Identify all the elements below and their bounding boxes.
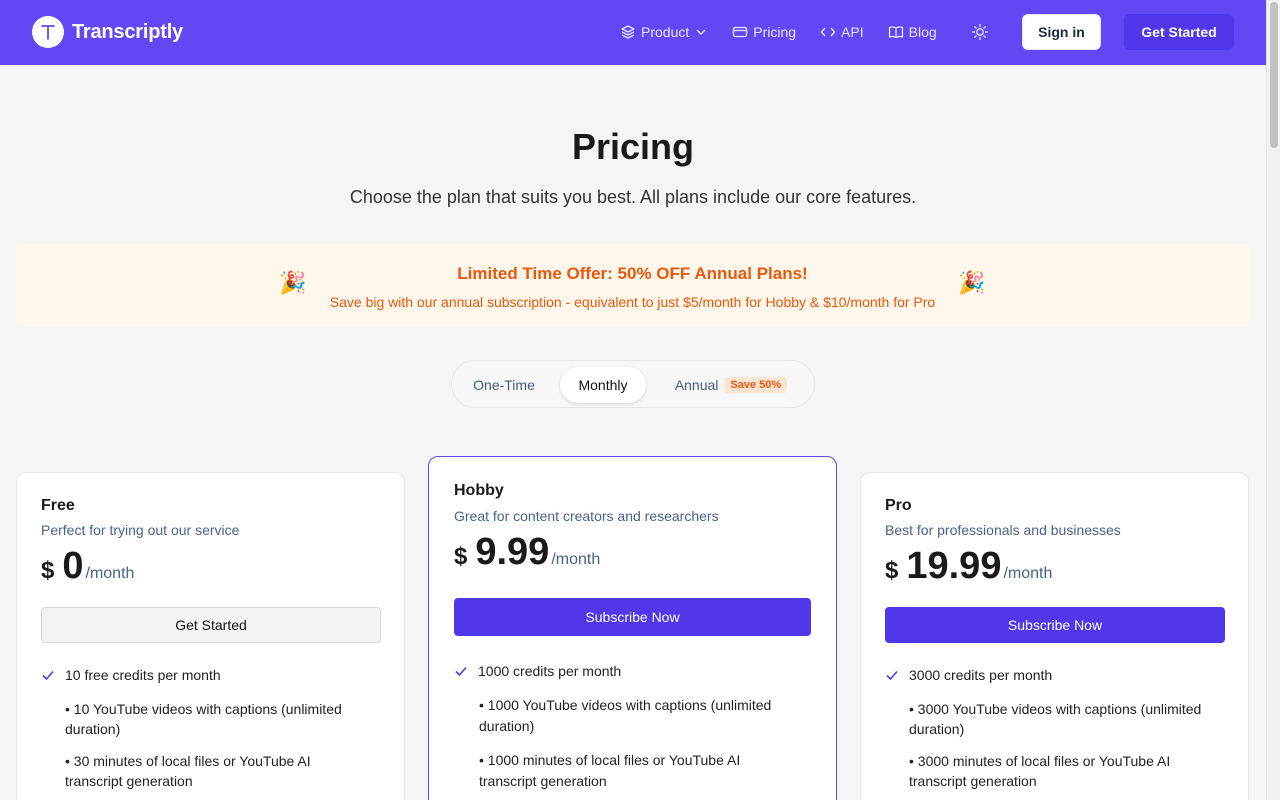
plan-price: $ 9.99 /month: [454, 531, 600, 574]
price-period: /month: [1003, 565, 1053, 582]
plan-sub-feature: • 3000 minutes of local files or YouTube…: [909, 753, 1171, 789]
plan-name: Hobby: [454, 482, 504, 499]
plan-price: $ 19.99 /month: [885, 545, 1052, 588]
page-scrollbar[interactable]: [1266, 0, 1280, 800]
layers-icon: [621, 25, 635, 39]
get-started-button[interactable]: Get Started: [1124, 14, 1234, 50]
plan-name: Pro: [885, 497, 912, 514]
page-title: Pricing: [571, 126, 695, 167]
toggle-annual[interactable]: Annual Save 50%: [662, 367, 800, 403]
chevron-down-icon: [696, 29, 706, 35]
plan-sub-feature: • 1000 minutes of local files or YouTube…: [479, 752, 741, 789]
credit-card-icon: [733, 26, 748, 38]
brand-name: Transcriptly: [72, 20, 183, 43]
plan-sub-feature: • 10 YouTube videos with captions (unlim…: [65, 701, 342, 737]
toggle-one-time[interactable]: One-Time: [458, 367, 550, 403]
check-icon: [455, 666, 467, 677]
plan-subscribe-button[interactable]: Subscribe Now: [885, 607, 1225, 643]
code-icon: [820, 27, 836, 37]
check-icon: [886, 670, 898, 681]
price-currency: $: [41, 557, 55, 584]
plan-feature: 3000 credits per month: [885, 667, 1052, 683]
plan-description: Best for professionals and businesses: [885, 522, 1121, 538]
plan-feature: 10 free credits per month: [41, 667, 221, 683]
plan-name: Free: [41, 497, 75, 514]
nav-pricing-label: Pricing: [753, 24, 797, 40]
sign-in-button[interactable]: Sign in: [1022, 14, 1101, 50]
plan-sub-feature: • 1000 YouTube videos with captions (unl…: [479, 697, 772, 734]
logo-icon: [32, 16, 64, 48]
plan-get-started-button[interactable]: Get Started: [41, 607, 381, 643]
top-nav-bar: Transcriptly Product Pricing API Blog Si…: [0, 0, 1266, 65]
party-popper-icon: 🎉: [958, 270, 986, 295]
main-nav: Product Pricing API Blog: [620, 20, 961, 44]
price-amount: 9.99: [475, 531, 550, 573]
scrollbar-thumb[interactable]: [1270, 2, 1278, 148]
limited-offer-banner: 🎉 Limited Time Offer: 50% OFF Annual Pla…: [16, 244, 1249, 327]
price-currency: $: [454, 543, 468, 570]
plan-card-pro: Pro Best for professionals and businesse…: [860, 472, 1249, 800]
book-open-icon: [888, 26, 903, 39]
price-currency: $: [885, 557, 899, 584]
plan-description: Great for content creators and researche…: [454, 508, 719, 524]
save-badge: Save 50%: [724, 377, 788, 393]
plan-feature-label: 3000 credits per month: [909, 667, 1053, 683]
plan-feature-label: 1000 credits per month: [478, 663, 622, 679]
nav-api-label: API: [841, 24, 864, 40]
plan-card-hobby: Hobby Great for content creators and res…: [428, 456, 837, 800]
offer-subtitle: Save big with our annual subscription - …: [329, 294, 936, 310]
toggle-annual-label: Annual: [674, 377, 719, 393]
nav-product-label: Product: [641, 24, 690, 40]
nav-product[interactable]: Product: [620, 24, 708, 40]
nav-blog-label: Blog: [908, 24, 937, 40]
plan-sub-feature: • 30 minutes of local files or YouTube A…: [65, 753, 311, 789]
price-amount: 19.99: [906, 545, 1002, 587]
brand-logo-link[interactable]: Transcriptly: [32, 16, 183, 48]
plan-feature-label: 10 free credits per month: [65, 667, 221, 683]
plan-sub-feature: • 3000 YouTube videos with captions (unl…: [909, 701, 1202, 737]
plan-card-free: Free Perfect for trying out our service …: [16, 472, 405, 800]
theme-toggle-sun-icon[interactable]: [970, 22, 990, 42]
nav-pricing[interactable]: Pricing: [732, 24, 796, 40]
nav-blog[interactable]: Blog: [888, 24, 937, 40]
plan-subscribe-button[interactable]: Subscribe Now: [454, 598, 811, 636]
toggle-monthly[interactable]: Monthly: [560, 367, 646, 403]
plan-feature: 1000 credits per month: [454, 663, 621, 679]
price-period: /month: [551, 551, 601, 568]
plan-description: Perfect for trying out our service: [41, 522, 240, 538]
plan-price: $ 0 /month: [41, 545, 134, 588]
billing-period-toggle: One-Time Monthly Annual Save 50%: [451, 360, 815, 408]
price-amount: 0: [62, 545, 84, 587]
page-subtitle: Choose the plan that suits you best. All…: [349, 187, 917, 207]
check-icon: [42, 670, 54, 681]
nav-api[interactable]: API: [820, 24, 864, 40]
price-period: /month: [85, 565, 135, 582]
offer-title: Limited Time Offer: 50% OFF Annual Plans…: [457, 264, 808, 283]
